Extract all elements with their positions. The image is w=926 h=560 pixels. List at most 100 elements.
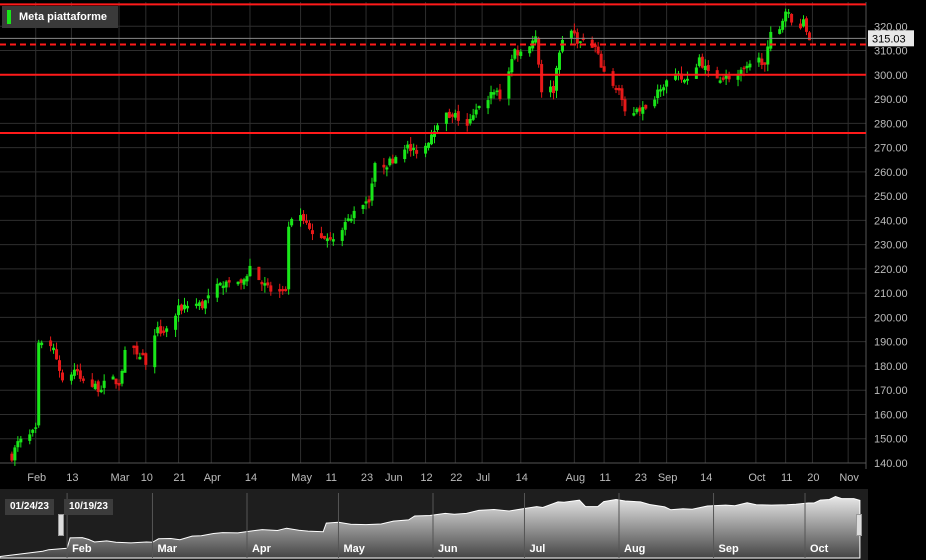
candle-up xyxy=(40,342,44,346)
candle-up xyxy=(325,238,329,242)
candle-down xyxy=(456,111,460,121)
x-tick-label: 11 xyxy=(326,472,337,484)
candle-up xyxy=(177,305,181,316)
range-end-handle[interactable] xyxy=(856,514,862,536)
candle-up xyxy=(299,215,303,221)
candle-up xyxy=(748,63,752,68)
x-tick-label: Mar xyxy=(111,472,130,484)
x-tick-label: 21 xyxy=(173,472,185,484)
candle-up xyxy=(138,356,142,360)
candle-up xyxy=(528,46,532,54)
candle-down xyxy=(498,89,502,100)
x-tick-label: 14 xyxy=(700,472,712,484)
range-end-badge[interactable]: 10/19/23 xyxy=(64,499,113,515)
x-tick-label: 13 xyxy=(66,472,78,484)
x-tick-label: 11 xyxy=(781,472,792,484)
candle-up xyxy=(489,91,493,99)
candle-up xyxy=(662,87,666,91)
candle-up xyxy=(394,157,398,164)
candle-up xyxy=(745,65,749,69)
candle-down xyxy=(572,30,576,34)
candle-down xyxy=(602,66,606,72)
candle-up xyxy=(444,112,448,124)
candle-up xyxy=(203,300,207,309)
candle-down xyxy=(804,18,808,32)
candle-down xyxy=(552,85,556,94)
candle-down xyxy=(319,233,323,238)
x-tick-label: Oct xyxy=(748,472,765,484)
y-tick-label: 180.00 xyxy=(874,361,908,373)
x-tick-label: 23 xyxy=(361,472,373,484)
candle-up xyxy=(197,302,201,307)
candle-down xyxy=(200,301,204,309)
candle-down xyxy=(257,266,261,281)
candle-up xyxy=(343,222,347,230)
candle-up xyxy=(242,279,246,285)
x-tick-label: 11 xyxy=(599,472,610,484)
navigator-area[interactable]: Feb Mar Apr May Jun Jul Aug Sep Oct xyxy=(0,489,868,560)
candle-up xyxy=(781,20,785,30)
price-chart[interactable]: 140.00 150.00 160.00 170.00 180.00 190.00 200.… xyxy=(0,0,926,560)
navigator-month-label: Mar xyxy=(157,543,177,555)
candle-down xyxy=(114,378,118,385)
range-start-badge[interactable]: 01/24/23 xyxy=(5,499,54,515)
candle-up xyxy=(578,41,582,43)
range-start-handle[interactable] xyxy=(58,514,64,536)
candle-up xyxy=(802,19,806,27)
legend[interactable]: Meta piattaforme xyxy=(2,6,118,28)
candle-up xyxy=(13,447,17,461)
candle-down xyxy=(614,87,618,90)
candle-up xyxy=(697,57,701,66)
candle-down xyxy=(310,230,314,235)
candle-up xyxy=(492,92,496,95)
candle-up xyxy=(346,218,350,221)
candle-up xyxy=(31,429,35,433)
candle-down xyxy=(465,119,469,126)
candle-down xyxy=(141,352,145,356)
candle-up xyxy=(703,65,707,70)
candle-up xyxy=(769,31,773,49)
candle-down xyxy=(60,372,64,381)
candle-down xyxy=(599,53,603,68)
candle-up xyxy=(557,52,561,70)
candle-up xyxy=(385,167,389,170)
candle-down xyxy=(447,111,451,118)
y-tick-label: 220.00 xyxy=(874,264,908,276)
candle-up xyxy=(287,226,291,290)
candle-down xyxy=(623,99,627,112)
candle-down xyxy=(706,65,710,72)
y-tick-label: 300.00 xyxy=(874,70,908,82)
navigator-month-label: Apr xyxy=(252,543,272,555)
candle-down xyxy=(391,158,395,164)
candle-up xyxy=(361,204,365,209)
candle-up xyxy=(656,89,660,99)
candle-up xyxy=(19,438,23,443)
navigator[interactable]: Feb Mar Apr May Jun Jul Aug Sep Oct xyxy=(0,489,868,560)
candle-up xyxy=(388,158,392,166)
candle-up xyxy=(248,265,252,277)
candle-down xyxy=(266,282,270,286)
candle-up xyxy=(373,163,377,182)
candle-down xyxy=(117,382,121,386)
candle-down xyxy=(367,199,371,203)
candle-down xyxy=(760,58,764,66)
y-tick-label: 150.00 xyxy=(874,434,908,446)
candle-up xyxy=(787,12,791,14)
candle-up xyxy=(519,51,523,56)
candle-down xyxy=(742,67,746,70)
x-tick-label: 10 xyxy=(141,472,153,484)
candle-down xyxy=(10,453,14,461)
candle-up xyxy=(102,380,106,388)
candle-up xyxy=(370,183,374,201)
candle-up xyxy=(153,335,157,368)
candle-up xyxy=(183,304,187,310)
candle-up xyxy=(111,376,115,380)
y-tick-label: 230.00 xyxy=(874,240,908,252)
y-tick-label: 210.00 xyxy=(874,288,908,300)
y-tick-label: 240.00 xyxy=(874,215,908,227)
candle-up xyxy=(569,30,573,39)
candle-up xyxy=(555,67,559,91)
candle-up xyxy=(427,142,431,148)
candle-up xyxy=(165,328,169,332)
candle-down xyxy=(269,285,273,292)
